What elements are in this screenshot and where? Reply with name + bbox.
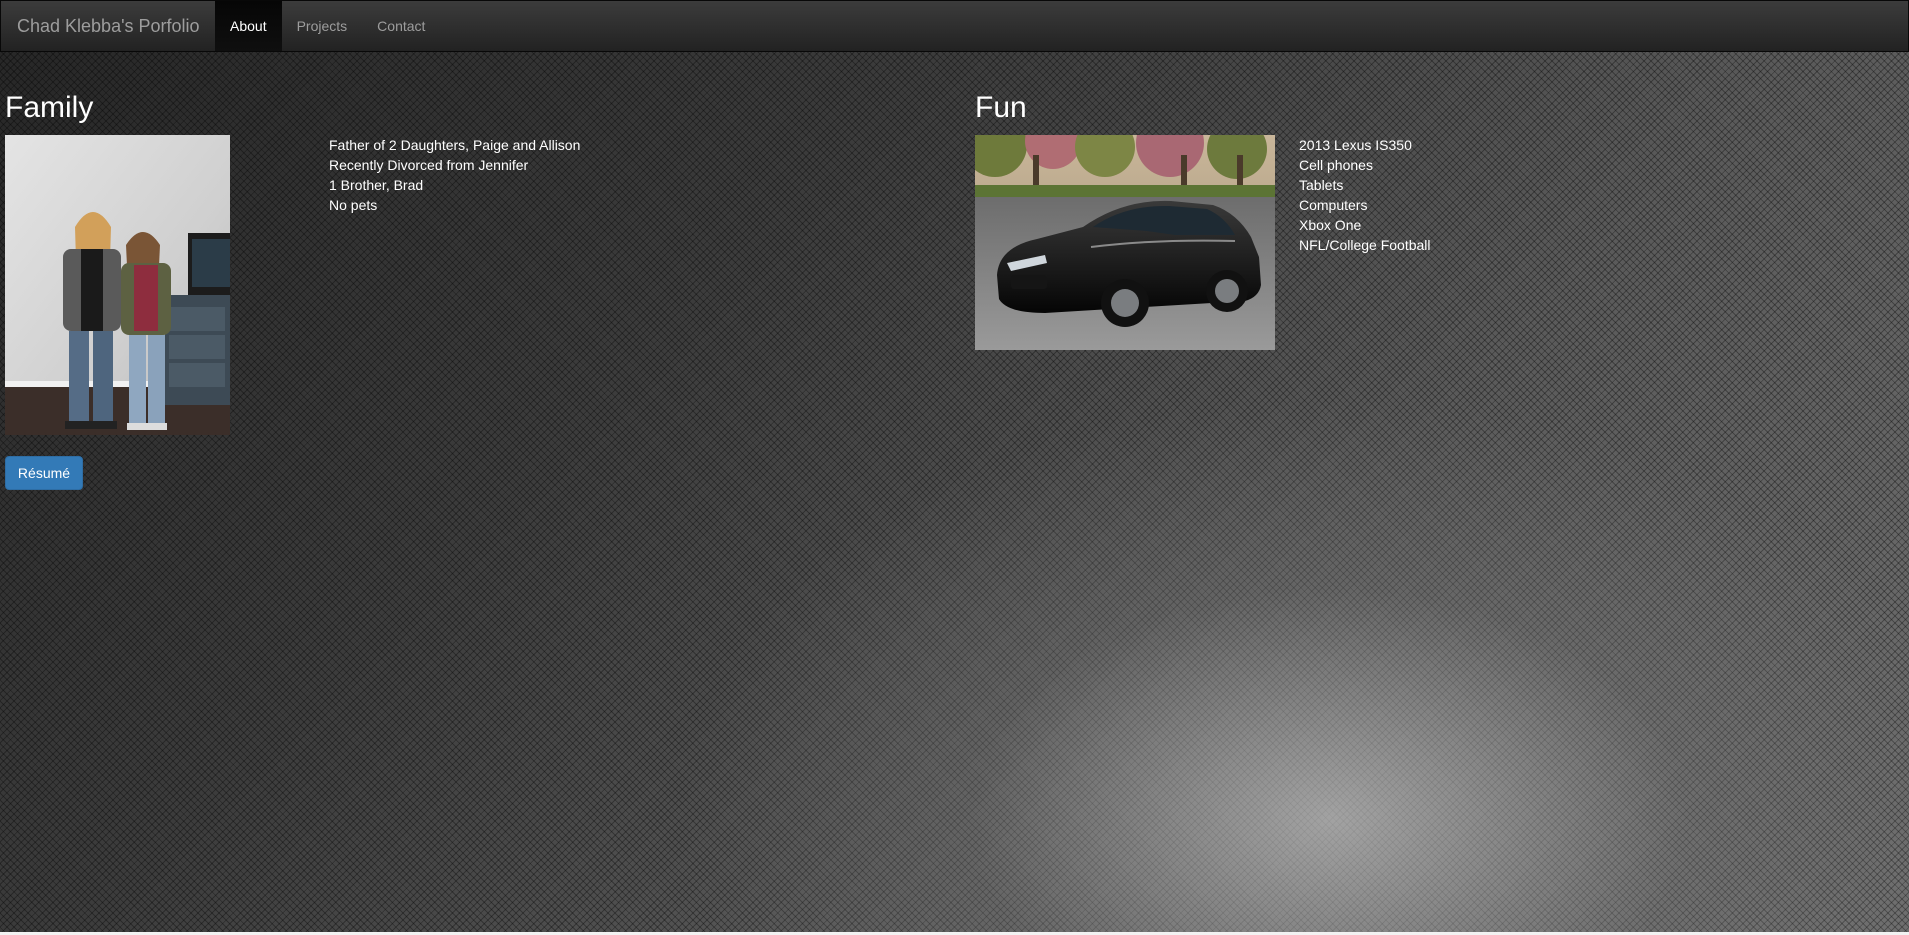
family-item: 1 Brother, Brad	[329, 177, 424, 193]
family-heading: Family	[5, 91, 94, 124]
fun-item: NFL/College Football	[1299, 237, 1431, 253]
resume-button[interactable]: Résumé	[5, 456, 83, 490]
family-item: Recently Divorced from Jennifer	[329, 157, 529, 173]
nav-item-projects[interactable]: Projects	[282, 1, 363, 51]
family-item: Father of 2 Daughters, Paige and Allison	[329, 137, 581, 153]
family-photo	[5, 135, 230, 435]
family-list: Father of 2 Daughters, Paige and Allison…	[329, 135, 580, 215]
nav-item-about[interactable]: About	[215, 1, 282, 51]
fun-heading: Fun	[975, 91, 1027, 124]
fun-item: Tablets	[1299, 177, 1344, 193]
fun-item: Xbox One	[1299, 217, 1362, 233]
family-item: No pets	[329, 197, 378, 213]
top-navbar: Chad Klebba's Porfolio About Projects Co…	[0, 0, 1909, 52]
nav-menu: About Projects Contact	[215, 1, 440, 51]
brand-link[interactable]: Chad Klebba's Porfolio	[17, 1, 200, 51]
fun-item: Cell phones	[1299, 157, 1373, 173]
fun-item: Computers	[1299, 197, 1368, 213]
fun-list: 2013 Lexus IS350 Cell phones Tablets Com…	[1299, 135, 1431, 255]
fun-item: 2013 Lexus IS350	[1299, 137, 1412, 153]
nav-item-contact[interactable]: Contact	[362, 1, 440, 51]
car-photo	[975, 135, 1275, 350]
